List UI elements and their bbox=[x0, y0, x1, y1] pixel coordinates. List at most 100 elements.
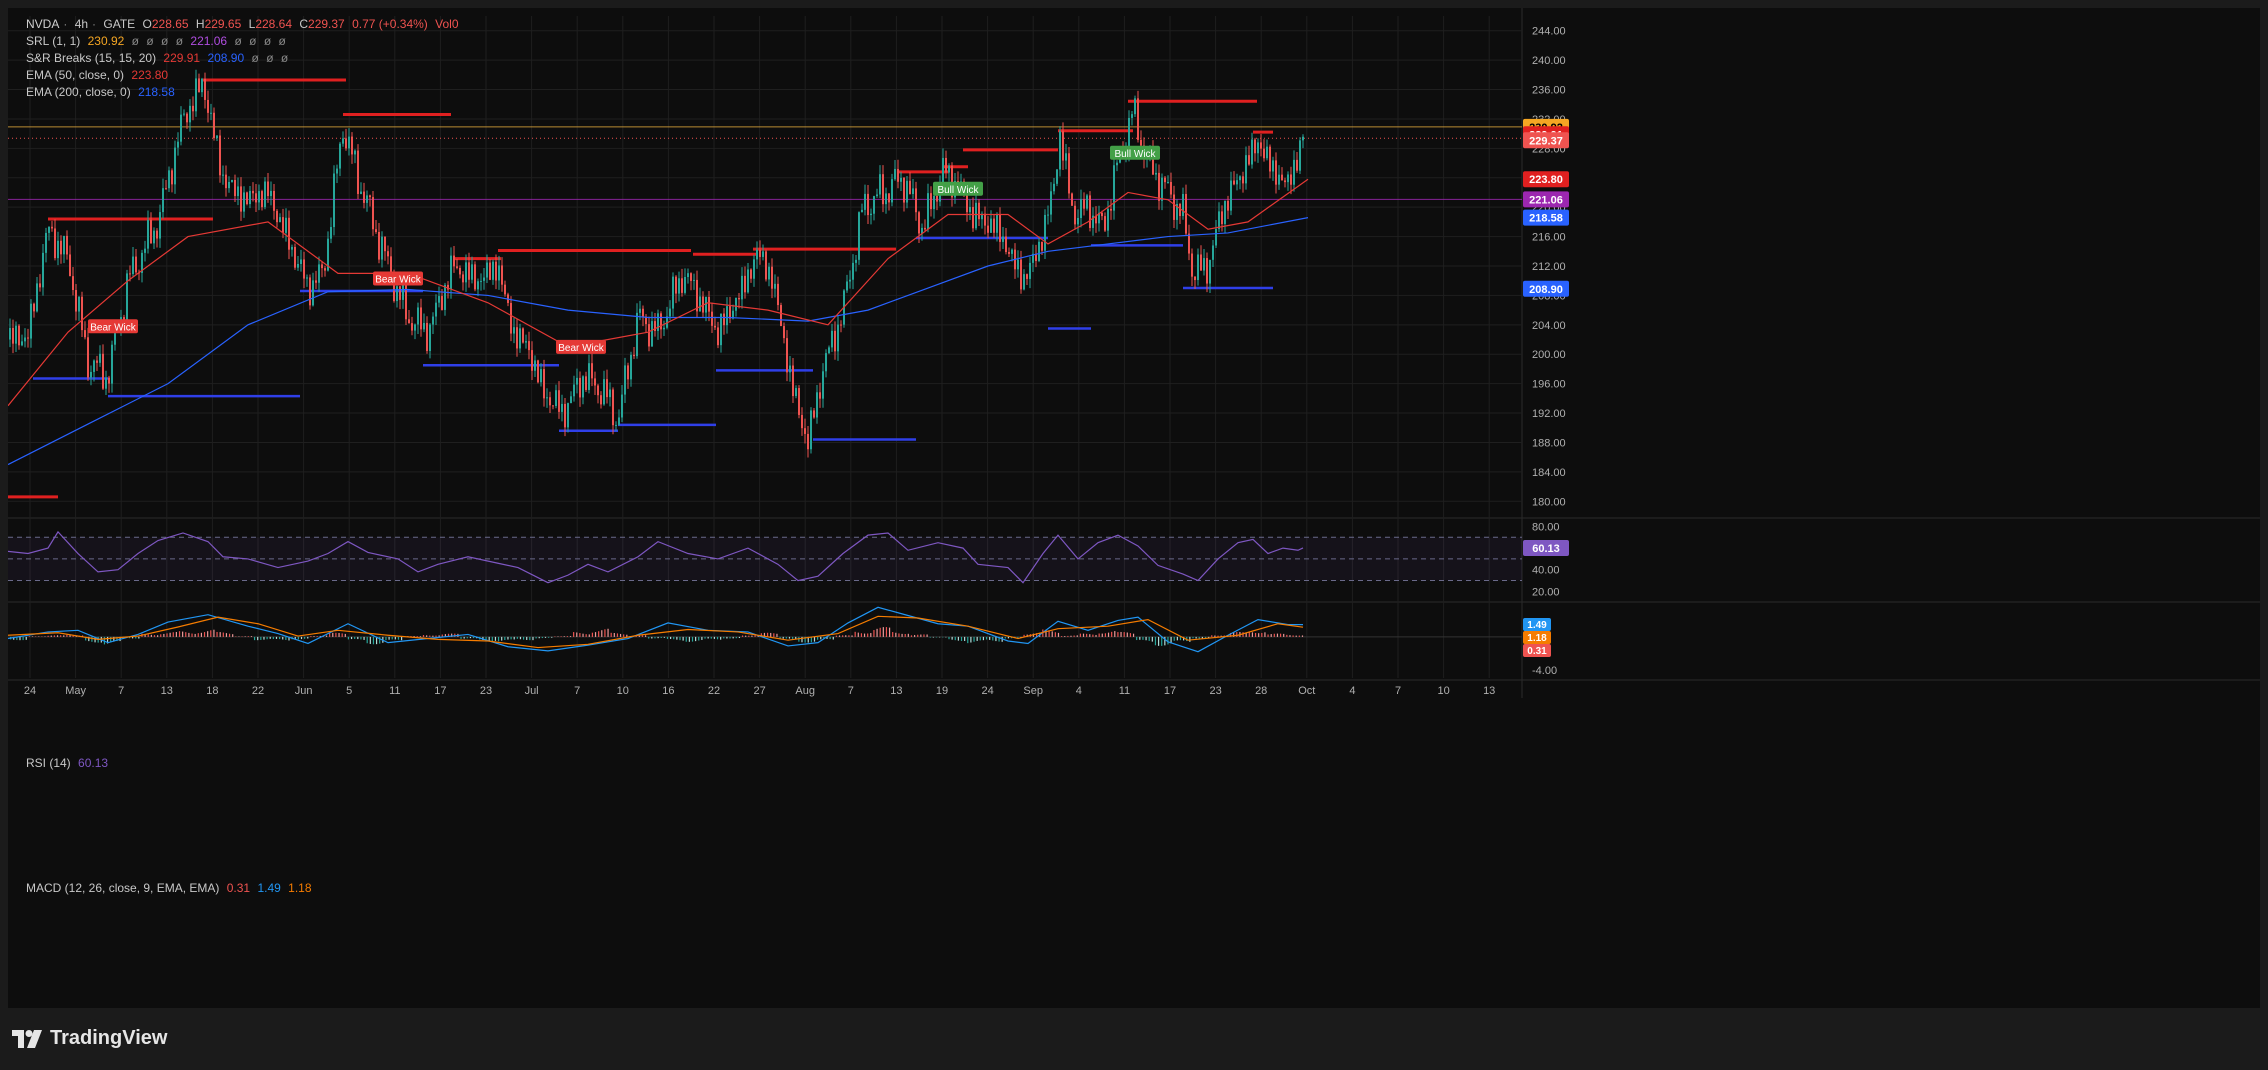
macd-histogram-bar bbox=[698, 636, 700, 641]
macd-histogram-bar bbox=[992, 636, 994, 641]
macd-histogram-bar bbox=[1276, 633, 1279, 637]
macd-histogram-bar bbox=[1179, 636, 1182, 641]
y-tick-label: 184.00 bbox=[1532, 467, 1566, 479]
x-tick-label: 19 bbox=[936, 685, 948, 697]
macd-histogram-bar bbox=[1161, 636, 1163, 646]
candle-body bbox=[765, 251, 767, 280]
candle-body bbox=[300, 259, 302, 265]
candle-body bbox=[486, 262, 488, 278]
macd-histogram-bar bbox=[923, 634, 925, 637]
candle-body bbox=[888, 193, 890, 203]
macd-histogram-bar bbox=[782, 636, 784, 639]
macd-histogram-bar bbox=[676, 636, 678, 640]
candle-body bbox=[1263, 148, 1265, 159]
candle-body bbox=[156, 230, 158, 239]
chart-canvas[interactable]: 24 May 7 13 18 22 Jun 5 11 17 23 Jul 7 10 16 22 27 Aug 7 13… bbox=[8, 8, 2260, 1008]
candle-body bbox=[222, 174, 224, 176]
candle-body bbox=[1251, 139, 1253, 165]
footer bbox=[0, 1010, 2268, 1070]
macd-histogram-bar bbox=[163, 633, 165, 637]
candle-body bbox=[465, 262, 467, 283]
candle-body bbox=[489, 262, 491, 280]
macd-histogram-bar bbox=[985, 636, 988, 640]
macd-histogram-bar bbox=[964, 636, 966, 641]
candle-body bbox=[1164, 177, 1166, 183]
ema50-legend[interactable]: EMA (50, close, 0) 223.80 bbox=[26, 68, 172, 82]
macd-histogram-bar bbox=[770, 632, 772, 637]
macd-histogram-bar bbox=[704, 636, 706, 639]
candle-body bbox=[816, 392, 818, 418]
macd-histogram-bar bbox=[673, 636, 675, 640]
candle-body bbox=[813, 410, 815, 418]
macd-histogram-bar bbox=[598, 631, 600, 637]
candle-body bbox=[504, 284, 506, 295]
macd-histogram-bar bbox=[282, 636, 284, 640]
candle-body bbox=[1194, 276, 1196, 281]
candle-body bbox=[1083, 199, 1085, 209]
macd-histogram-bar bbox=[344, 633, 346, 637]
x-tick-label: 10 bbox=[1437, 685, 1449, 697]
candle-body bbox=[825, 353, 827, 372]
macd-histogram-bar bbox=[670, 636, 672, 639]
macd-histogram-bar bbox=[228, 633, 231, 637]
macd-histogram-bar bbox=[357, 636, 359, 640]
macd-histogram-bar bbox=[939, 636, 941, 638]
macd-legend[interactable]: MACD (12, 26, close, 9, EMA, EMA) 0.31 1… bbox=[26, 881, 316, 895]
candle-body bbox=[594, 378, 596, 386]
macd-histogram-bar bbox=[1154, 636, 1157, 646]
candle-body bbox=[1203, 258, 1205, 271]
macd-histogram-bar bbox=[513, 636, 515, 640]
tradingview-logo[interactable]: TradingView bbox=[12, 1027, 167, 1050]
candle-body bbox=[48, 226, 50, 233]
ema200-legend[interactable]: EMA (200, close, 0) 218.58 bbox=[26, 85, 179, 99]
candle-body bbox=[1197, 254, 1199, 281]
candle-body bbox=[999, 214, 1001, 242]
macd-histogram-bar bbox=[157, 635, 159, 637]
candle-body bbox=[192, 105, 194, 112]
candle-body bbox=[687, 273, 689, 277]
macd-histogram-bar bbox=[1270, 634, 1272, 637]
candle-body bbox=[1299, 140, 1301, 171]
candle-body bbox=[912, 188, 914, 194]
candle-body bbox=[807, 433, 809, 450]
brand-name: TradingView bbox=[50, 1027, 168, 1049]
macd-histogram-bar bbox=[654, 636, 656, 639]
candle-body bbox=[513, 327, 515, 334]
candle-body bbox=[804, 428, 806, 434]
candle-body bbox=[207, 99, 209, 113]
macd-histogram-bar bbox=[35, 636, 37, 637]
candle-body bbox=[1200, 254, 1202, 271]
macd-histogram-bar bbox=[707, 636, 709, 639]
candle-body bbox=[264, 181, 266, 208]
rsi-legend[interactable]: RSI (14) 60.13 bbox=[26, 756, 112, 770]
x-tick-label: 27 bbox=[753, 685, 765, 697]
macd-histogram-bar bbox=[1114, 631, 1116, 637]
macd-histogram-bar bbox=[1017, 636, 1019, 638]
candle-body bbox=[303, 259, 305, 279]
y-tick-label: 244.00 bbox=[1532, 26, 1566, 38]
macd-histogram-bar bbox=[466, 636, 468, 639]
candle-body bbox=[879, 174, 881, 195]
candle-body bbox=[558, 390, 560, 412]
candle-body bbox=[675, 276, 677, 294]
srl-value: 230.92 bbox=[87, 34, 125, 48]
candle-body bbox=[990, 218, 992, 233]
macd-histogram-bar bbox=[275, 636, 278, 639]
srl-legend[interactable]: SRL (1, 1) 230.92 ø ø ø ø 221.06 ø ø ø ø bbox=[26, 34, 290, 48]
macd-histogram-bar bbox=[419, 636, 421, 637]
macd-histogram-bar bbox=[232, 634, 234, 637]
srl-value: ø bbox=[249, 34, 257, 48]
candle-body bbox=[909, 180, 911, 194]
macd-histogram-bar bbox=[682, 636, 684, 641]
candle-body bbox=[1302, 136, 1304, 141]
candle-body bbox=[417, 307, 419, 325]
sr-breaks-legend[interactable]: S&R Breaks (15, 15, 20) 229.91 208.90 ø … bbox=[26, 51, 292, 65]
candle-body bbox=[627, 365, 629, 380]
chart-frame[interactable]: 24 May 7 13 18 22 Jun 5 11 17 23 Jul 7 10 16 22 27 Aug 7 13… bbox=[8, 8, 2260, 1008]
candle-body bbox=[1287, 174, 1289, 183]
candle-body bbox=[66, 235, 68, 255]
candle-body bbox=[318, 264, 320, 283]
macd-histogram-bar bbox=[1283, 633, 1285, 637]
candle-body bbox=[69, 254, 71, 277]
srl-value: ø bbox=[131, 34, 139, 48]
